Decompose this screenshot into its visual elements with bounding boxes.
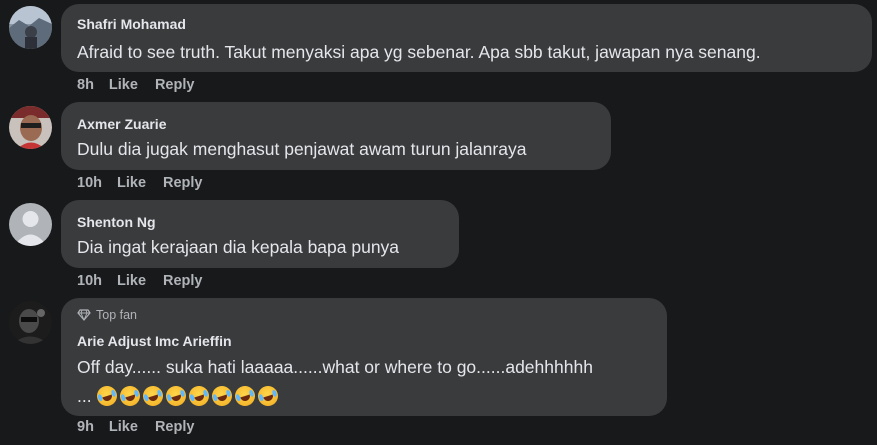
comment-text: Dia ingat kerajaan dia kepala bapa punya [77,237,400,257]
rolling-on-floor-laughing-emoji [163,383,190,409]
comment-timestamp[interactable]: 8h [77,77,94,95]
comment-timestamp[interactable]: 10h [77,175,102,193]
rolling-on-floor-laughing-emoji [232,383,259,409]
comment-item: Axmer Zuarie Dulu dia jugak menghasut pe… [0,100,877,198]
reply-button[interactable]: Reply [155,77,195,95]
reply-button[interactable]: Reply [163,175,203,193]
comment-actions: 8h Like Reply [77,77,194,95]
comment-bubble: Shenton Ng Dia ingat kerajaan dia kepala… [61,200,459,268]
rolling-on-floor-laughing-emoji [94,383,121,409]
diamond-icon [77,309,91,321]
commenter-name[interactable]: Arie Adjust Imc Arieffin [77,333,232,349]
comment-text: Dulu dia jugak menghasut penjawat awam t… [77,139,527,159]
comment-text-line2: ... [77,383,282,409]
rolling-on-floor-laughing-emoji [209,383,236,409]
default-avatar-icon[interactable] [9,203,52,246]
commenter-name[interactable]: Axmer Zuarie [77,116,166,132]
reply-button[interactable]: Reply [163,273,203,291]
ellipsis-text: ... [77,386,92,406]
reply-button[interactable]: Reply [155,419,195,437]
comment-bubble: Axmer Zuarie Dulu dia jugak menghasut pe… [61,102,611,170]
comment-timestamp[interactable]: 10h [77,273,102,291]
comment-actions: 10h Like Reply [77,175,203,193]
like-button[interactable]: Like [109,419,138,437]
comment-actions: 10h Like Reply [77,273,203,291]
comment-timestamp[interactable]: 9h [77,419,94,437]
comment-item: Shenton Ng Dia ingat kerajaan dia kepala… [0,198,877,296]
like-button[interactable]: Like [117,175,146,193]
comment-item: Shafri Mohamad Afraid to see truth. Taku… [0,0,877,100]
rolling-on-floor-laughing-emoji [186,383,213,409]
comment-item: Top fan Arie Adjust Imc Arieffin Off day… [0,296,877,445]
avatar[interactable] [9,6,52,49]
top-fan-badge: Top fan [77,308,137,322]
rolling-on-floor-laughing-emoji [117,383,144,409]
commenter-name[interactable]: Shenton Ng [77,214,156,230]
comment-actions: 9h Like Reply [77,419,194,437]
comment-text: Off day...... suka hati laaaaa......what… [77,357,593,377]
top-fan-label: Top fan [96,308,138,322]
commenter-name[interactable]: Shafri Mohamad [77,16,186,32]
avatar[interactable] [9,301,52,344]
rolling-on-floor-laughing-emoji [140,383,167,409]
like-button[interactable]: Like [109,77,138,95]
comment-bubble: Top fan Arie Adjust Imc Arieffin Off day… [61,298,667,416]
like-button[interactable]: Like [117,273,146,291]
rolling-on-floor-laughing-emoji [255,383,282,409]
emoji-row [94,383,282,409]
comment-bubble: Shafri Mohamad Afraid to see truth. Taku… [61,4,872,72]
avatar[interactable] [9,106,52,149]
comment-text: Afraid to see truth. Takut menyaksi apa … [77,42,761,62]
